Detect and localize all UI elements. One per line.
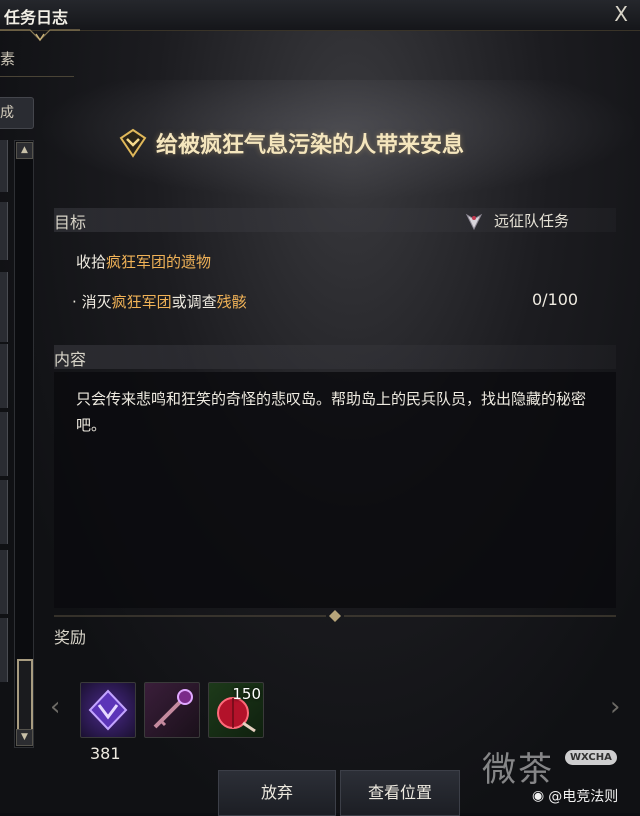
- sidebar-filter-button[interactable]: 成: [0, 97, 34, 129]
- objective-bullet: ·: [72, 293, 77, 311]
- quest-emblem-icon: [119, 128, 147, 158]
- watermark-badge: WXCHA: [565, 750, 617, 765]
- reward-quantity: 381: [90, 744, 121, 763]
- objective-sub-highlight1: 疯狂军团: [111, 293, 172, 311]
- quest-list-item[interactable]: [0, 202, 8, 260]
- quest-log-window: 任务日志 X 素 成 ▲ ▼ 给被疯狂气息污染的人带来安息 目标 远征队任务 收…: [0, 0, 640, 816]
- quest-list-item[interactable]: [0, 412, 8, 476]
- objective-main-prefix: 收拾: [76, 253, 107, 271]
- user-avatar-icon: ◉: [532, 788, 545, 804]
- quest-title-row: 给被疯狂气息污染的人带来安息: [118, 126, 464, 160]
- quest-type-tag: 远征队任务: [464, 210, 569, 231]
- quest-title: 给被疯狂气息污染的人带来安息: [156, 133, 465, 158]
- objective-main: 收拾疯狂军团的遗物: [76, 251, 211, 272]
- reward-item[interactable]: [80, 682, 136, 738]
- watermark-user: ◉ @电竞法则: [532, 786, 618, 806]
- reward-item[interactable]: 150: [208, 682, 264, 738]
- objective-sub-part2: 或调查: [171, 293, 217, 311]
- abandon-button[interactable]: 放弃: [218, 770, 336, 816]
- quest-detail-panel: 给被疯狂气息污染的人带来安息 目标 远征队任务 收拾疯狂军团的遗物 · 消灭疯狂…: [36, 80, 640, 816]
- reward-item[interactable]: [144, 682, 200, 738]
- close-icon[interactable]: X: [614, 2, 628, 26]
- objective-sub: · 消灭疯狂军团或调查残骸: [72, 291, 247, 312]
- objective-sub-part1: 消灭: [81, 293, 112, 311]
- scroll-up-icon[interactable]: ▲: [16, 142, 33, 159]
- purple-crystal-icon: [88, 689, 128, 731]
- quest-list-scrollbar[interactable]: ▲ ▼: [14, 140, 34, 748]
- content-label: 内容: [54, 350, 87, 369]
- window-title: 任务日志: [4, 8, 69, 27]
- quest-type-label: 远征队任务: [494, 212, 570, 230]
- content-header-row: [54, 345, 616, 369]
- scroll-thumb[interactable]: [17, 659, 33, 733]
- objectives-label: 目标: [54, 213, 87, 232]
- watermark-text: 微茶: [482, 750, 554, 790]
- expedition-icon: [465, 213, 483, 230]
- view-location-button[interactable]: 查看位置: [340, 770, 460, 816]
- rewards-next-arrow-icon[interactable]: ›: [610, 692, 620, 722]
- quest-list-item[interactable]: [0, 618, 8, 682]
- key-icon: [153, 689, 193, 729]
- section-divider: [54, 610, 616, 622]
- title-bar: 任务日志 X: [0, 0, 640, 31]
- quest-list-item[interactable]: [0, 272, 8, 342]
- reward-stack-count: 150: [232, 685, 261, 703]
- objective-sub-highlight2: 残骸: [216, 293, 247, 311]
- title-ornament-icon: [0, 29, 80, 42]
- rewards-label: 奖励: [54, 628, 87, 647]
- objective-main-highlight: 疯狂军团的遗物: [106, 253, 212, 271]
- rewards-prev-arrow-icon[interactable]: ‹: [50, 692, 60, 722]
- watermark-username: @电竞法则: [548, 789, 619, 805]
- quest-list-item[interactable]: [0, 480, 8, 544]
- quest-list-item[interactable]: [0, 140, 8, 192]
- scroll-down-icon[interactable]: ▼: [16, 729, 33, 746]
- objective-progress: 0/100: [532, 290, 579, 309]
- sidebar-tab-search[interactable]: 素: [0, 48, 15, 69]
- sidebar-divider: [0, 76, 74, 77]
- quest-list-item[interactable]: [0, 550, 8, 614]
- content-text: 只会传来悲鸣和狂笑的奇怪的悲叹岛。帮助岛上的民兵队员，找出隐藏的秘密吧。: [76, 390, 587, 434]
- quest-list: [0, 140, 12, 760]
- quest-list-item[interactable]: [0, 344, 8, 408]
